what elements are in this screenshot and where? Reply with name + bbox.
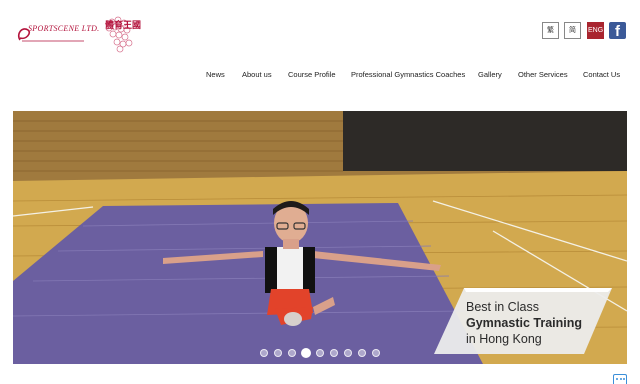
slider-dot[interactable] xyxy=(372,349,380,357)
nav-item-course-profile[interactable]: Course Profile xyxy=(288,70,336,79)
slider-dot[interactable] xyxy=(344,349,352,357)
logo-chinese-text: 體育王國 xyxy=(105,20,142,30)
hero-slider[interactable]: Best in Class Gymnastic Training in Hong… xyxy=(13,111,627,364)
chat-icon[interactable] xyxy=(613,374,627,384)
slider-pagination xyxy=(258,348,388,358)
hero-caption: Best in Class Gymnastic Training in Hong… xyxy=(434,288,612,354)
lang-english-button[interactable]: ENG xyxy=(587,22,604,39)
site-logo[interactable]: SPORTSCENE LTD. 體育王國 xyxy=(14,14,141,54)
facebook-icon[interactable]: f xyxy=(609,22,626,39)
nav-item-gallery[interactable]: Gallery xyxy=(478,70,502,79)
lang-traditional-chinese-button[interactable]: 繁 xyxy=(542,22,559,39)
nav-item-news[interactable]: News xyxy=(206,70,225,79)
nav-item-coaches[interactable]: Professional Gymnastics Coaches xyxy=(351,70,465,79)
slider-dot[interactable] xyxy=(288,349,296,357)
nav-item-other-services[interactable]: Other Services xyxy=(518,70,568,79)
slider-dot[interactable] xyxy=(316,349,324,357)
nav-item-contact-us[interactable]: Contact Us xyxy=(583,70,620,79)
slider-dot[interactable] xyxy=(358,349,366,357)
slider-dot-active[interactable] xyxy=(301,348,311,358)
nav-item-about-us[interactable]: About us xyxy=(242,70,272,79)
main-navigation: News About us Course Profile Professiona… xyxy=(0,70,640,82)
logo-wordmark: SPORTSCENE LTD. xyxy=(28,24,100,33)
lang-simplified-chinese-button[interactable]: 简 xyxy=(564,22,581,39)
caption-line-2: Gymnastic Training xyxy=(466,316,583,330)
caption-line-3: in Hong Kong xyxy=(466,332,542,346)
slider-dot[interactable] xyxy=(260,349,268,357)
caption-line-1: Best in Class xyxy=(466,300,539,314)
slider-dot[interactable] xyxy=(330,349,338,357)
slider-dot[interactable] xyxy=(274,349,282,357)
